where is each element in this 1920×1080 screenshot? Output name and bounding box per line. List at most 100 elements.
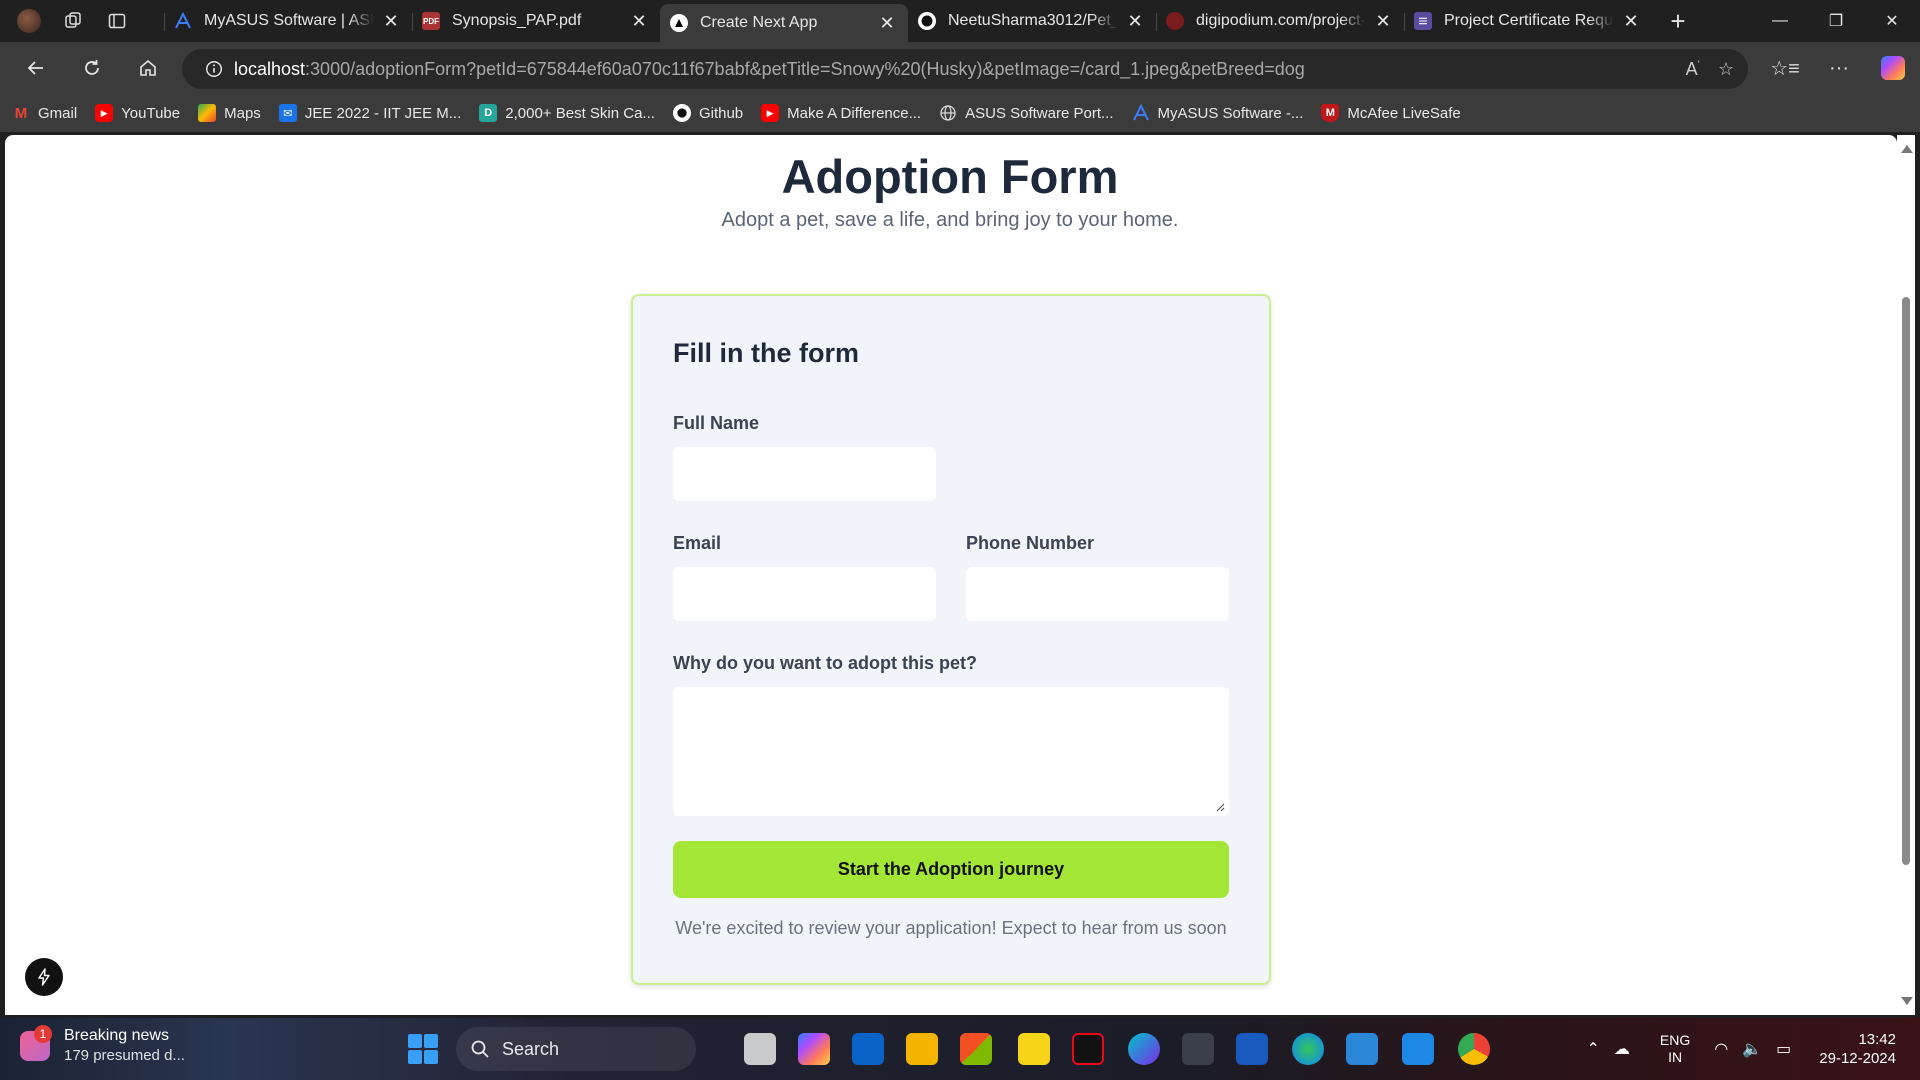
site-info-button[interactable] bbox=[194, 49, 234, 89]
gmail-icon: M bbox=[14, 104, 28, 122]
plus-icon: + bbox=[1670, 5, 1686, 36]
bookmark-jee[interactable]: ✉ JEE 2022 - IIT JEE M... bbox=[278, 104, 461, 122]
email-input[interactable] bbox=[673, 567, 936, 621]
home-icon bbox=[140, 59, 156, 76]
language-indicator[interactable]: ENG IN bbox=[1660, 1032, 1690, 1066]
volume-icon[interactable]: 🔈 bbox=[1742, 1039, 1762, 1059]
start-adoption-button[interactable]: Start the Adoption journey bbox=[673, 841, 1229, 898]
task-view-icon[interactable] bbox=[744, 1033, 776, 1065]
microsoft-store-icon[interactable] bbox=[960, 1033, 992, 1065]
system-tray: ⌃ ☁ ENG IN ◠ 🔈 ▭ 13:42 29-12-2024 bbox=[1587, 1018, 1920, 1080]
restore-button[interactable]: ❐ bbox=[1808, 0, 1864, 42]
asus-icon bbox=[1132, 104, 1150, 122]
github-icon bbox=[672, 104, 691, 122]
github-icon bbox=[918, 12, 936, 30]
close-icon[interactable]: ✕ bbox=[1372, 10, 1394, 32]
new-tab-button[interactable]: + bbox=[1658, 4, 1698, 38]
tab-title: Project Certificate Reques bbox=[1444, 12, 1614, 29]
page-scrollbar[interactable] bbox=[1897, 135, 1915, 1015]
back-button[interactable] bbox=[14, 48, 58, 88]
vscode-icon[interactable] bbox=[1402, 1033, 1434, 1065]
netflix-icon[interactable] bbox=[1072, 1033, 1104, 1065]
minimize-button[interactable]: — bbox=[1752, 0, 1808, 42]
close-icon[interactable]: ✕ bbox=[1620, 10, 1642, 32]
tab-title: digipodium.com/project-c bbox=[1196, 12, 1366, 29]
bookmark-maps[interactable]: Maps bbox=[198, 104, 261, 122]
bookmark-youtube[interactable]: ▶ YouTube bbox=[95, 104, 180, 122]
bookmark-skin-care[interactable]: D 2,000+ Best Skin Ca... bbox=[479, 104, 655, 122]
camera-icon[interactable] bbox=[1182, 1033, 1214, 1065]
bookmarks-bar: M Gmail ▶ YouTube Maps ✉ JEE 2022 - IIT JEE… bbox=[0, 94, 1920, 132]
bookmark-asus-portal[interactable]: ASUS Software Port... bbox=[939, 104, 1114, 122]
globe-icon bbox=[939, 104, 957, 122]
close-window-button[interactable]: ✕ bbox=[1864, 0, 1920, 42]
tab-myasus[interactable]: MyASUS Software | ASUS ✕ bbox=[164, 4, 412, 38]
reason-textarea[interactable] bbox=[673, 687, 1229, 816]
taskbar-search[interactable]: Search bbox=[456, 1027, 696, 1071]
chevron-up-icon[interactable]: ⌃ bbox=[1587, 1039, 1600, 1059]
word-icon[interactable] bbox=[1236, 1033, 1268, 1065]
bookmark-myasus[interactable]: MyASUS Software -... bbox=[1132, 104, 1303, 122]
start-button[interactable] bbox=[408, 1034, 438, 1064]
bookmark-make-a-difference[interactable]: ▶ Make A Difference... bbox=[761, 104, 921, 122]
navigation-bar: localhost:3000/adoptionForm?petId=675844… bbox=[0, 42, 1920, 94]
favorites-button[interactable]: ☆≡ bbox=[1758, 48, 1812, 88]
close-icon[interactable]: ✕ bbox=[1124, 10, 1146, 32]
copilot-icon[interactable] bbox=[798, 1033, 830, 1065]
bookmark-mcafee[interactable]: M McAfee LiveSafe bbox=[1321, 104, 1461, 122]
copilot-button[interactable] bbox=[1866, 48, 1920, 88]
resize-grip-icon[interactable] bbox=[1215, 802, 1225, 812]
edge-icon[interactable] bbox=[1292, 1033, 1324, 1065]
wifi-icon[interactable]: ◠ bbox=[1714, 1039, 1728, 1059]
vertical-tabs-button[interactable] bbox=[98, 4, 136, 38]
info-icon bbox=[206, 61, 222, 77]
bookmark-label: Github bbox=[698, 104, 744, 122]
tab-project-certificate[interactable]: Project Certificate Reques ✕ bbox=[1404, 4, 1652, 38]
scroll-up-icon[interactable] bbox=[1901, 145, 1913, 153]
full-name-input[interactable] bbox=[673, 447, 936, 501]
chrome-icon[interactable] bbox=[1458, 1033, 1490, 1065]
read-aloud-icon[interactable]: Aʼ bbox=[1686, 59, 1700, 80]
tab-title: Create Next App bbox=[700, 14, 818, 31]
time: 13:42 bbox=[1858, 1031, 1896, 1048]
dev-tools-button[interactable] bbox=[25, 958, 63, 996]
forms-icon bbox=[1414, 12, 1432, 30]
tab-github[interactable]: NeetuSharma3012/Pet_Ad ✕ bbox=[908, 4, 1156, 38]
battery-icon[interactable]: ▭ bbox=[1776, 1039, 1791, 1059]
mcafee-icon: M bbox=[1321, 104, 1340, 122]
canva-icon[interactable] bbox=[1128, 1033, 1160, 1065]
close-icon[interactable]: ✕ bbox=[876, 12, 898, 34]
close-icon[interactable]: ✕ bbox=[628, 10, 650, 32]
file-explorer-icon[interactable] bbox=[906, 1033, 938, 1065]
tab-synopsis-pdf[interactable]: PDF Synopsis_PAP.pdf ✕ bbox=[412, 4, 660, 38]
scroll-down-icon[interactable] bbox=[1901, 997, 1913, 1005]
photos-icon[interactable] bbox=[1346, 1033, 1378, 1065]
news-widget[interactable]: 1 Breaking news 179 presumed d... bbox=[20, 1025, 185, 1066]
adoption-form-card: Fill in the form Full Name Email Phone N… bbox=[631, 294, 1271, 985]
outlook-icon[interactable] bbox=[852, 1033, 884, 1065]
page-title: Adoption Form bbox=[781, 150, 1119, 203]
bookmark-gmail[interactable]: M Gmail bbox=[12, 104, 77, 122]
scrollbar-thumb[interactable] bbox=[1902, 297, 1910, 865]
url-text: localhost:3000/adoptionForm?petId=675844… bbox=[234, 59, 1305, 80]
tab-title: MyASUS Software | ASUS bbox=[204, 12, 374, 29]
home-button[interactable] bbox=[126, 48, 170, 88]
flipkart-icon[interactable] bbox=[1018, 1033, 1050, 1065]
phone-input[interactable] bbox=[966, 567, 1229, 621]
favorite-star-icon[interactable]: ☆ bbox=[1718, 59, 1734, 80]
onedrive-icon[interactable]: ☁ bbox=[1614, 1039, 1630, 1059]
window-controls: — ❐ ✕ bbox=[1752, 0, 1920, 42]
refresh-button[interactable] bbox=[70, 48, 114, 88]
close-icon[interactable]: ✕ bbox=[380, 10, 402, 32]
profile-avatar[interactable] bbox=[10, 4, 48, 38]
tab-create-next-app[interactable]: Create Next App ✕ bbox=[660, 4, 908, 42]
clock[interactable]: 13:42 29-12-2024 bbox=[1819, 1030, 1896, 1068]
avatar bbox=[17, 9, 41, 33]
tab-digipodium[interactable]: digipodium.com/project-c ✕ bbox=[1156, 4, 1404, 38]
bookmark-github[interactable]: Github bbox=[672, 104, 744, 122]
favorites-icon: ☆≡ bbox=[1770, 57, 1800, 80]
address-bar[interactable]: localhost:3000/adoptionForm?petId=675844… bbox=[182, 49, 1748, 89]
bookmark-label: Maps bbox=[224, 104, 261, 122]
more-menu-button[interactable]: ··· bbox=[1812, 48, 1866, 88]
workspaces-button[interactable] bbox=[54, 4, 92, 38]
